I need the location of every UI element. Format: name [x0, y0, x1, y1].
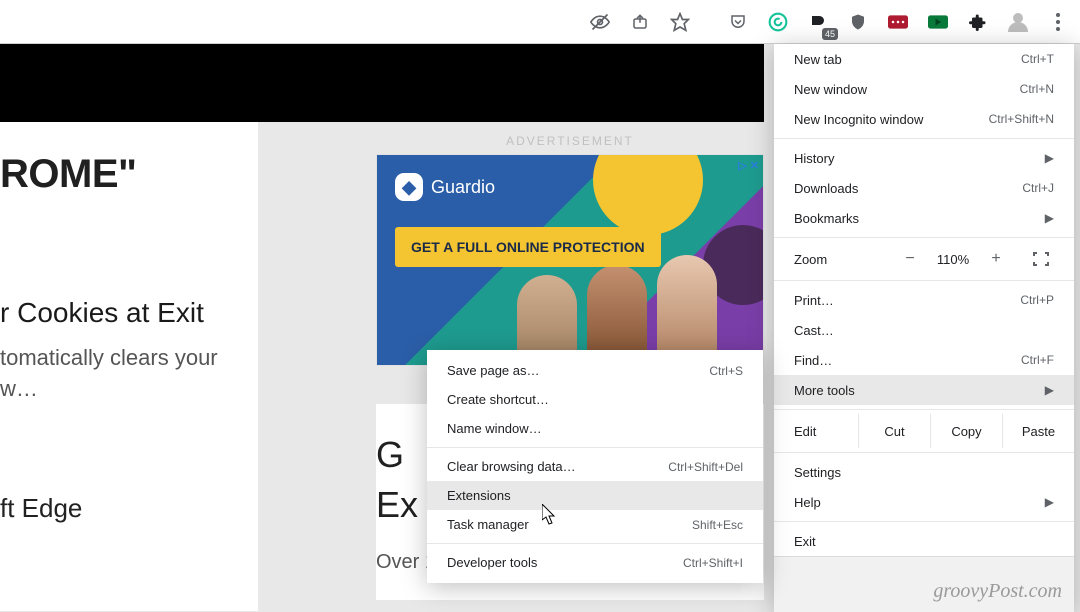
chevron-right-icon: ▶ [1045, 151, 1054, 165]
badge-count: 45 [822, 28, 838, 40]
menu-help[interactable]: Help▶ [774, 487, 1074, 517]
chevron-right-icon: ▶ [1045, 211, 1054, 225]
watermark: groovyPost.com [933, 580, 1062, 603]
menu-incognito[interactable]: New Incognito windowCtrl+Shift+N [774, 104, 1074, 134]
more-tools-submenu: Save page as…Ctrl+S Create shortcut… Nam… [427, 350, 763, 583]
zoom-value: 110% [928, 252, 978, 267]
menu-cast[interactable]: Cast… [774, 315, 1074, 345]
menu-downloads[interactable]: DownloadsCtrl+J [774, 173, 1074, 203]
eye-off-icon[interactable] [586, 8, 614, 36]
pocket-icon[interactable] [724, 8, 752, 36]
menu-new-tab[interactable]: New tabCtrl+T [774, 44, 1074, 74]
menu-find[interactable]: Find…Ctrl+F [774, 345, 1074, 375]
dark-reader-icon[interactable]: 45 [804, 8, 832, 36]
submenu-extensions[interactable]: Extensions [427, 481, 763, 510]
menu-zoom: Zoom − 110% + [774, 242, 1074, 276]
ad-banner[interactable]: ◆Guardio GET A FULL ONLINE PROTECTION ▷ … [376, 154, 764, 366]
menu-print[interactable]: Print…Ctrl+P [774, 285, 1074, 315]
kebab-menu-button[interactable] [1044, 8, 1072, 36]
chrome-main-menu: New tabCtrl+T New windowCtrl+N New Incog… [774, 44, 1074, 612]
zoom-out-button[interactable]: − [892, 250, 928, 268]
edit-copy-button[interactable]: Copy [930, 414, 1002, 448]
shield-icon: ◆ [395, 173, 423, 201]
menu-history[interactable]: History▶ [774, 143, 1074, 173]
menu-new-window[interactable]: New windowCtrl+N [774, 74, 1074, 104]
ad-brand: ◆Guardio [395, 173, 495, 201]
submenu-dev-tools[interactable]: Developer toolsCtrl+Shift+I [427, 548, 763, 577]
zoom-in-button[interactable]: + [978, 250, 1014, 268]
ad-label: ADVERTISEMENT [380, 134, 760, 148]
ad-cta-button[interactable]: GET A FULL ONLINE PROTECTION [395, 227, 661, 267]
edit-paste-button[interactable]: Paste [1002, 414, 1074, 448]
lastpass-icon[interactable] [884, 8, 912, 36]
submenu-name-window[interactable]: Name window… [427, 414, 763, 443]
submenu-save-page[interactable]: Save page as…Ctrl+S [427, 356, 763, 385]
profile-avatar-icon[interactable] [1004, 8, 1032, 36]
edge-heading: ft Edge [0, 493, 252, 524]
mouse-cursor-icon [542, 504, 558, 526]
submenu-create-shortcut[interactable]: Create shortcut… [427, 385, 763, 414]
submenu-task-manager[interactable]: Task managerShift+Esc [427, 510, 763, 539]
submenu-clear-data[interactable]: Clear browsing data…Ctrl+Shift+Del [427, 452, 763, 481]
extensions-puzzle-icon[interactable] [964, 8, 992, 36]
share-icon[interactable] [626, 8, 654, 36]
menu-exit[interactable]: Exit [774, 526, 1074, 556]
grammarly-icon[interactable] [764, 8, 792, 36]
star-icon[interactable] [666, 8, 694, 36]
page-left-column: ROME" r Cookies at Exit tomatically clea… [0, 122, 258, 611]
browser-toolbar: 45 [0, 0, 1080, 44]
menu-more-tools[interactable]: More tools▶ [774, 375, 1074, 405]
article-paragraph: tomatically clears your w… [0, 343, 252, 405]
green-app-icon[interactable] [924, 8, 952, 36]
edit-cut-button[interactable]: Cut [858, 414, 930, 448]
adchoices-icon[interactable]: ▷ ✕ [738, 159, 759, 172]
chevron-right-icon: ▶ [1045, 383, 1054, 397]
ublock-icon[interactable] [844, 8, 872, 36]
article-subheading: r Cookies at Exit [0, 297, 252, 329]
chevron-right-icon: ▶ [1045, 495, 1054, 509]
fullscreen-icon[interactable] [1028, 250, 1054, 268]
article-title-fragment: ROME" [0, 152, 252, 197]
menu-bookmarks[interactable]: Bookmarks▶ [774, 203, 1074, 233]
menu-settings[interactable]: Settings [774, 457, 1074, 487]
page-black-band [0, 44, 764, 122]
menu-edit-row: Edit Cut Copy Paste [774, 414, 1074, 448]
